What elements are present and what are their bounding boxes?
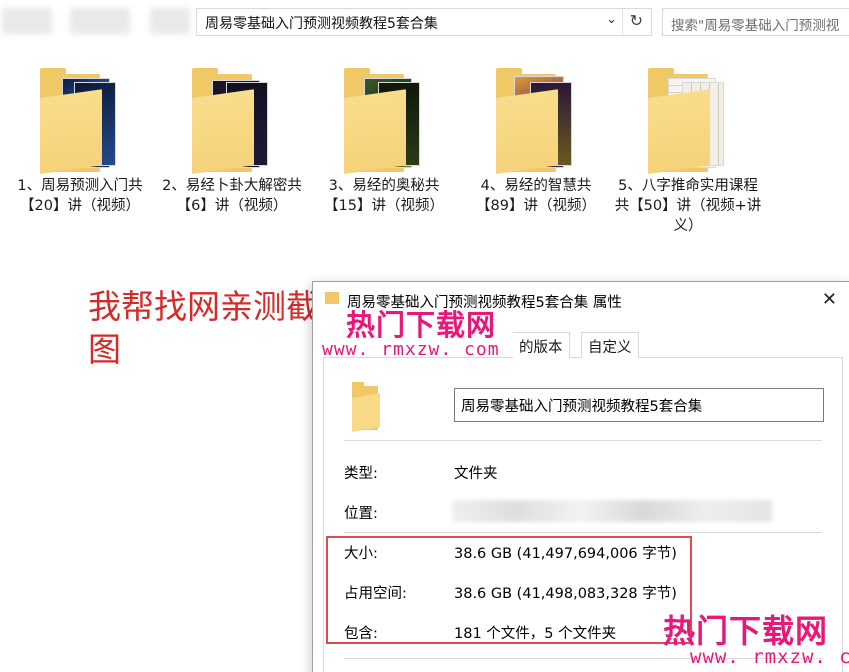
folder-label: 3、易经的奥秘共【15】讲（视频） — [324, 178, 444, 214]
folder-label: 2、易经卜卦大解密共【6】讲（视频） — [162, 178, 302, 214]
folder-tile[interactable]: 4、易经的智慧共【89】讲（视频） — [461, 64, 611, 244]
location-value-redacted — [452, 500, 772, 522]
folder-tile[interactable]: 1、周易预测入门共【20】讲（视频） — [5, 64, 155, 244]
folder-icon — [192, 68, 276, 174]
blurred-nav — [150, 8, 190, 34]
watermark-title: 热门下载网 — [346, 308, 497, 342]
refresh-icon[interactable]: ↻ — [630, 11, 643, 30]
type-value: 文件夹 — [454, 466, 498, 482]
address-path: 周易零基础入门预测视频教程5套合集 — [205, 16, 438, 32]
folder-icon — [344, 68, 428, 174]
folder-icon — [648, 68, 732, 174]
folder-label: 5、八字推命实用课程共【50】讲（视频+讲义） — [614, 178, 762, 234]
folder-label: 4、易经的智慧共【89】讲（视频） — [476, 178, 596, 214]
highlight-box — [326, 536, 692, 644]
blurred-nav — [2, 8, 52, 34]
search-input[interactable]: 搜索"周易零基础入门预测视 — [662, 8, 849, 36]
chevron-down-icon[interactable]: ⌄ — [606, 12, 617, 27]
folder-icon — [496, 68, 580, 174]
folder-icon — [40, 68, 124, 174]
watermark-url: www. rmxzw. com — [690, 646, 849, 668]
type-label: 类型: — [344, 466, 378, 482]
handwritten-note: 我帮找网亲测截图 — [88, 287, 319, 369]
watermark-url: www. rmxzw. com — [322, 339, 500, 360]
search-placeholder: 搜索"周易零基础入门预测视 — [671, 18, 840, 34]
address-bar: 周易零基础入门预测视频教程5套合集 ⌄ ↻ 搜索"周易零基础入门预测视 — [0, 0, 849, 44]
address-path-box[interactable]: 周易零基础入门预测视频教程5套合集 ⌄ ↻ — [196, 8, 652, 36]
folder-tile[interactable]: 5、八字推命实用课程共【50】讲（视频+讲义） — [613, 64, 763, 244]
location-label: 位置: — [344, 506, 378, 522]
blurred-nav — [70, 8, 130, 34]
folder-tile[interactable]: 3、易经的奥秘共【15】讲（视频） — [309, 64, 459, 244]
folder-name-input[interactable] — [454, 388, 824, 422]
tab-versions[interactable]: 的版本 — [513, 332, 570, 359]
close-icon[interactable]: ✕ — [822, 289, 837, 310]
folder-tile[interactable]: 2、易经卜卦大解密共【6】讲（视频） — [157, 64, 307, 244]
folder-icon — [325, 292, 339, 304]
tab-customize[interactable]: 自定义 — [581, 332, 639, 359]
folder-icon — [352, 382, 392, 432]
folder-label: 1、周易预测入门共【20】讲（视频） — [17, 178, 143, 214]
